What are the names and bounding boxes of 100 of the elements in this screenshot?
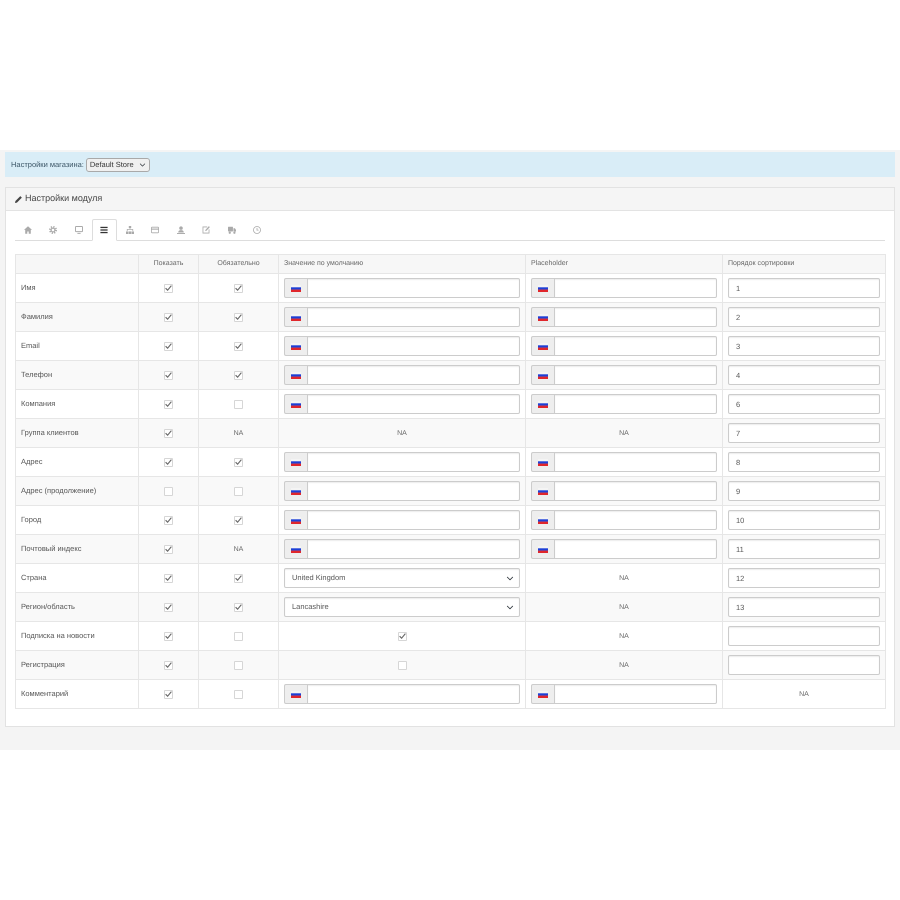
monitor-icon [74, 226, 83, 234]
text-field[interactable] [554, 307, 717, 327]
flag-icon [291, 400, 301, 408]
checkmark-icon [235, 285, 242, 292]
checkbox[interactable] [164, 458, 173, 467]
checkbox[interactable] [234, 284, 243, 293]
text-field[interactable] [307, 365, 520, 385]
checkbox[interactable] [164, 660, 173, 670]
checkbox[interactable] [234, 516, 243, 525]
edit-icon [202, 226, 210, 234]
text-field[interactable] [554, 365, 717, 385]
checkmark-icon [235, 459, 242, 466]
text-field[interactable] [554, 481, 717, 501]
flag-icon [538, 458, 548, 466]
flag-icon [291, 488, 301, 494]
text-field[interactable] [554, 539, 717, 559]
text-field[interactable] [307, 481, 520, 501]
sort-order-field[interactable] [728, 655, 880, 675]
checkmark-icon [165, 430, 172, 436]
checkbox[interactable] [234, 690, 243, 699]
text-field[interactable] [307, 510, 520, 530]
pencil-icon [15, 196, 22, 202]
text-field[interactable] [307, 336, 520, 356]
checkbox[interactable] [164, 312, 173, 322]
checkbox[interactable] [234, 632, 243, 641]
checkmark-icon [165, 314, 172, 320]
checkbox[interactable] [164, 516, 173, 525]
flag-icon [291, 314, 301, 320]
checkmark-icon [235, 314, 242, 320]
text-field[interactable] [554, 394, 717, 414]
checkmark-icon [235, 517, 242, 524]
credit-card-icon [151, 226, 160, 234]
list-icon [100, 226, 108, 234]
checkbox[interactable] [234, 574, 243, 583]
flag-icon [538, 314, 548, 320]
checkmark-icon [165, 372, 172, 378]
text-field[interactable] [554, 278, 717, 298]
checkbox[interactable] [164, 400, 173, 409]
checkbox[interactable] [164, 690, 173, 699]
checkbox[interactable] [234, 602, 243, 612]
checkmark-icon [165, 633, 172, 640]
clock-icon [253, 226, 262, 234]
checkbox[interactable] [164, 574, 173, 583]
checkbox[interactable] [234, 660, 243, 670]
checkbox[interactable] [164, 486, 173, 496]
gear-icon [49, 226, 58, 234]
checkbox[interactable] [164, 544, 173, 554]
flag-icon [538, 400, 548, 408]
checkbox[interactable] [164, 370, 173, 380]
checkbox[interactable] [234, 370, 243, 380]
checkbox[interactable] [164, 428, 173, 438]
text-field[interactable] [554, 684, 717, 704]
flag-icon [538, 516, 548, 524]
checkbox[interactable] [234, 458, 243, 467]
checkmark-icon [165, 285, 172, 292]
checkbox[interactable] [234, 486, 243, 496]
flag-icon [291, 546, 301, 552]
flag-icon [538, 372, 548, 378]
flag-icon [291, 342, 301, 350]
checkmark-icon [235, 372, 242, 378]
checkbox[interactable] [164, 632, 173, 641]
checkbox[interactable] [398, 632, 406, 641]
text-field[interactable] [554, 336, 717, 356]
flag-icon [291, 690, 301, 698]
checkmark-icon [165, 604, 172, 610]
checkbox[interactable] [164, 284, 173, 293]
checkbox[interactable] [234, 400, 243, 409]
checkmark-icon [165, 401, 172, 408]
checkmark-icon [165, 517, 172, 524]
checkmark-icon [165, 662, 172, 668]
tab[interactable] [92, 219, 117, 241]
flag-icon [538, 342, 548, 350]
flag-icon [291, 516, 301, 524]
text-field[interactable] [307, 307, 520, 327]
checkmark-icon [165, 691, 172, 698]
text-field[interactable] [307, 452, 520, 472]
checkbox[interactable] [164, 602, 173, 612]
flag-icon [291, 458, 301, 466]
person-icon [176, 226, 185, 234]
panel-title: Настройки модуля [25, 192, 102, 206]
flag-icon [538, 488, 548, 494]
text-field[interactable] [554, 452, 717, 472]
text-field[interactable] [307, 394, 520, 414]
checkbox[interactable] [234, 312, 243, 322]
sort-order-field[interactable] [728, 626, 880, 646]
checkmark-icon [165, 459, 172, 466]
hierarchy-icon [126, 226, 134, 234]
home-icon [24, 226, 32, 234]
checkmark-icon [165, 546, 172, 552]
flag-icon [538, 546, 548, 552]
checkbox[interactable] [398, 660, 406, 670]
text-field[interactable] [307, 684, 520, 704]
checkbox[interactable] [164, 342, 173, 351]
checkmark-icon [165, 343, 172, 350]
text-field[interactable] [554, 510, 717, 530]
checkmark-icon [235, 343, 242, 350]
text-field[interactable] [307, 539, 520, 559]
checkmark-icon [235, 575, 242, 582]
text-field[interactable] [307, 278, 520, 298]
checkbox[interactable] [234, 342, 243, 351]
